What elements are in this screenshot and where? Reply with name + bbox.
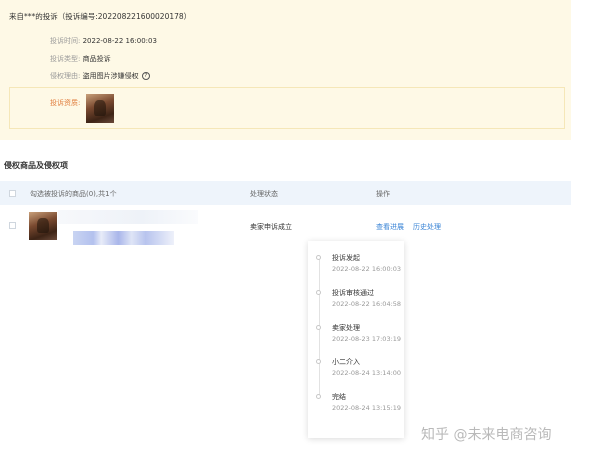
timeline-step-time: 2022-08-23 17:03:19 bbox=[332, 335, 402, 343]
timeline-dot bbox=[316, 255, 321, 260]
product-thumbnail[interactable] bbox=[29, 212, 57, 240]
watermark-text: 知乎 @未来电商咨询 bbox=[421, 427, 552, 443]
product-title-blur bbox=[58, 210, 198, 224]
timeline-step-label: 投诉发起 bbox=[332, 254, 360, 262]
timeline-step-label: 小二介入 bbox=[332, 358, 360, 366]
timeline-step-label: 卖家处理 bbox=[332, 324, 360, 332]
view-progress-link[interactable]: 查看进展 bbox=[376, 222, 404, 232]
history-link[interactable]: 历史处理 bbox=[413, 222, 441, 232]
complaint-reason-row: 侵权理由: 盗用图片涉嫌侵权 ? bbox=[50, 71, 150, 81]
header-product: 勾选被投诉的商品(0),共1个 bbox=[30, 190, 117, 198]
complaint-time-row: 投诉时间: 2022-08-22 16:00:03 bbox=[50, 36, 157, 46]
timeline-step-time: 2022-08-22 16:00:03 bbox=[332, 265, 402, 273]
timeline-step-label: 投诉审核通过 bbox=[332, 289, 374, 297]
complaint-time-label: 投诉时间: bbox=[50, 37, 81, 45]
complaint-type-value: 商品投诉 bbox=[82, 55, 111, 63]
timeline-dot bbox=[316, 359, 321, 364]
complaint-time-value: 2022-08-22 16:00:03 bbox=[82, 37, 157, 45]
row-status: 卖家申诉成立 bbox=[250, 223, 292, 231]
complaint-info-panel: 来自***的投诉（投诉编号:202208221600020178） 投诉时间: … bbox=[0, 0, 571, 140]
evidence-label: 投诉资质: bbox=[50, 99, 81, 107]
timeline-dot bbox=[316, 325, 321, 330]
timeline-step-time: 2022-08-22 16:04:58 bbox=[332, 300, 402, 308]
complaint-type-label: 投诉类型: bbox=[50, 55, 81, 63]
product-subtitle-blur bbox=[73, 231, 174, 245]
evidence-image[interactable] bbox=[86, 94, 114, 123]
header-actions: 操作 bbox=[376, 190, 390, 198]
complaint-title: 来自***的投诉（投诉编号:202208221600020178） bbox=[9, 12, 192, 21]
question-circle-icon[interactable]: ? bbox=[141, 72, 150, 80]
row-checkbox[interactable] bbox=[9, 222, 16, 229]
complaint-reason-value: 盗用图片涉嫌侵权 bbox=[82, 72, 139, 80]
select-all-checkbox[interactable] bbox=[9, 190, 16, 197]
timeline-dot bbox=[316, 290, 321, 295]
progress-popover: 投诉发起 2022-08-22 16:00:03 投诉审核通过 2022-08-… bbox=[308, 241, 404, 438]
complaint-type-row: 投诉类型: 商品投诉 bbox=[50, 54, 111, 64]
table-header: 勾选被投诉的商品(0),共1个 处理状态 操作 bbox=[0, 181, 571, 205]
section-title: 侵权商品及侵权项 bbox=[4, 161, 68, 170]
evidence-box: 投诉资质: bbox=[9, 87, 565, 129]
timeline-step-label: 完结 bbox=[332, 393, 346, 401]
timeline-dot bbox=[316, 394, 321, 399]
header-status: 处理状态 bbox=[250, 190, 278, 198]
complaint-reason-label: 侵权理由: bbox=[50, 72, 81, 80]
timeline-step-time: 2022-08-24 13:14:00 bbox=[332, 369, 402, 377]
timeline-step-time: 2022-08-24 13:15:19 bbox=[332, 404, 402, 412]
